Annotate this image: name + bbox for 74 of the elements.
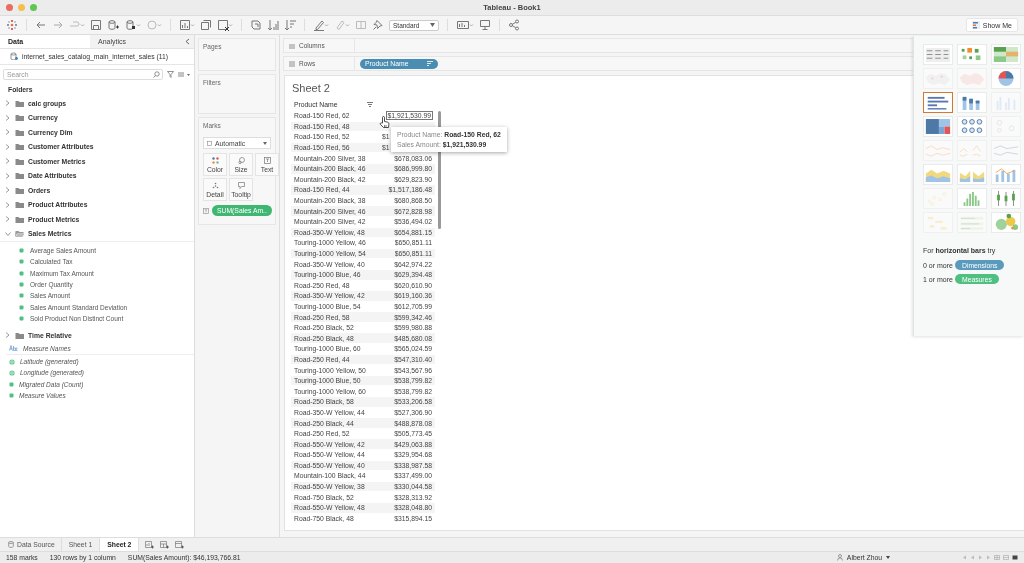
chevron-down-icon[interactable]	[4, 229, 12, 238]
dimension-field-icon	[9, 345, 18, 352]
refresh-icon[interactable]	[146, 19, 162, 31]
previous-page-icon[interactable]	[970, 555, 975, 560]
back-arrow-icon[interactable]	[35, 19, 47, 31]
share-icon[interactable]	[508, 19, 520, 31]
maximize-button[interactable]	[30, 4, 37, 11]
open-folder-icon	[15, 229, 25, 239]
tooltip-icon	[237, 181, 245, 189]
filmstrip-view-icon[interactable]	[1012, 555, 1018, 560]
new-worksheet-icon[interactable]	[145, 540, 155, 549]
chart-icon	[971, 21, 980, 29]
forward-arrow-icon[interactable]	[52, 19, 64, 31]
globe-icon	[9, 358, 15, 365]
detail-icon	[211, 181, 219, 189]
list-view-icon[interactable]	[1003, 555, 1009, 560]
text-icon	[203, 207, 209, 214]
labels-icon[interactable]	[355, 19, 367, 31]
pin-icon[interactable]	[372, 19, 384, 31]
caret-icon[interactable]	[886, 556, 890, 559]
presentation-icon[interactable]	[479, 19, 491, 31]
chevron-right-icon[interactable]	[4, 113, 12, 122]
color-icon	[211, 156, 219, 164]
chevron-right-icon[interactable]	[4, 142, 12, 151]
rows-icon	[289, 60, 295, 67]
sort-icon	[427, 61, 433, 66]
chevron-right-icon[interactable]	[4, 171, 12, 180]
chart-thumbnail-icon	[992, 45, 1020, 64]
chart-type-option[interactable]	[923, 92, 953, 113]
grid-view-icon[interactable]	[994, 555, 1000, 560]
tableau-logo-icon[interactable]	[6, 19, 18, 31]
folder-icon	[15, 330, 25, 340]
user-icon	[836, 554, 843, 561]
new-dashboard-icon[interactable]	[160, 540, 170, 549]
caret-icon	[430, 23, 435, 27]
first-page-icon[interactable]	[962, 555, 967, 560]
mark-type-icon	[207, 140, 212, 146]
sheet-title: Sheet 2	[292, 82, 331, 94]
chevron-right-icon[interactable]	[4, 331, 12, 340]
chevron-right-icon[interactable]	[4, 99, 12, 108]
close-button[interactable]	[6, 4, 13, 11]
collapse-icon[interactable]	[184, 38, 190, 45]
highlight-pen-icon[interactable]	[313, 19, 329, 31]
text-icon	[263, 156, 271, 164]
new-story-icon[interactable]	[175, 540, 185, 549]
search-icon	[153, 71, 160, 78]
database-icon	[8, 541, 14, 548]
globe-icon	[9, 369, 15, 376]
add-datasource-icon[interactable]	[107, 19, 120, 31]
columns-icon	[289, 42, 295, 49]
chevron-right-icon[interactable]	[4, 128, 12, 137]
fit-width-icon[interactable]	[456, 19, 474, 31]
chart-thumbnail-icon	[924, 45, 952, 64]
minimize-button[interactable]	[18, 4, 25, 11]
duplicate-sheet-icon[interactable]	[200, 19, 212, 31]
sort-ascending-icon[interactable]	[267, 19, 279, 31]
last-page-icon[interactable]	[986, 555, 991, 560]
database-icon	[10, 52, 18, 60]
sort-descending-icon[interactable]	[284, 19, 296, 31]
datasource-menu-icon[interactable]	[125, 19, 141, 31]
size-icon	[237, 156, 245, 164]
next-page-icon[interactable]	[978, 555, 983, 560]
chart-thumbnail-icon	[924, 117, 952, 136]
save-icon[interactable]	[90, 19, 102, 31]
chevron-right-icon[interactable]	[4, 200, 12, 209]
chevron-right-icon[interactable]	[4, 186, 12, 195]
clear-sheet-icon[interactable]	[217, 19, 233, 31]
caret-icon	[263, 141, 267, 145]
sort-icon[interactable]	[367, 102, 373, 107]
view-menu-icon[interactable]	[178, 71, 190, 78]
filter-icon[interactable]	[167, 71, 174, 78]
chevron-right-icon[interactable]	[4, 215, 12, 224]
chevron-right-icon[interactable]	[4, 157, 12, 166]
new-worksheet-icon[interactable]	[179, 19, 195, 31]
